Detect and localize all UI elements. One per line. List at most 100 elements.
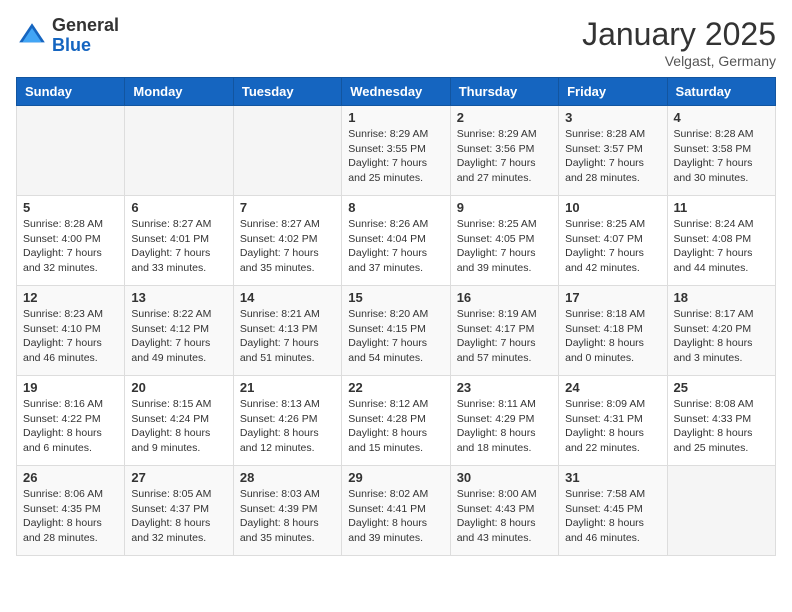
calendar-day-cell: 21 Sunrise: 8:13 AMSunset: 4:26 PMDayligh… [233,376,341,466]
day-of-week-header: Thursday [450,78,558,106]
calendar-day-cell [667,466,775,556]
day-number: 30 [457,470,552,485]
calendar-day-cell: 11Sunrise: 8:24 AMSunset: 4:08 PMDayligh… [667,196,775,286]
day-info: Sunrise: 8:22 AMSunset: 4:12 PMDaylight:… [131,307,226,366]
logo-icon [16,20,48,52]
calendar-day-cell: 5Sunrise: 8:28 AMSunset: 4:00 PMDaylight… [17,196,125,286]
calendar-day-cell: 28Sunrise: 8:03 AMSunset: 4:39 PMDayligh… [233,466,341,556]
title-section: January 2025 Velgast, Germany [582,16,776,69]
day-number: 13 [131,290,226,305]
day-info: Sunrise: 8:12 AMSunset: 4:28 PMDaylight:… [348,397,443,456]
day-info: Sunrise: 8:25 AMSunset: 4:05 PMDaylight:… [457,217,552,276]
calendar-week-row: 26 Sunrise: 8:06 AMSunset: 4:35 PMDayligh… [17,466,776,556]
day-info: Sunrise: 8:28 AMSunset: 3:58 PMDaylight:… [674,127,769,186]
day-number: 11 [674,200,769,215]
calendar-day-cell: 23 Sunrise: 8:11 AMSunset: 4:29 PMDayligh… [450,376,558,466]
day-info: Sunrise: 8:16 AMSunset: 4:22 PMDaylight:… [23,397,118,456]
calendar-week-row: 5Sunrise: 8:28 AMSunset: 4:00 PMDaylight… [17,196,776,286]
calendar-day-cell: 15Sunrise: 8:20 AMSunset: 4:15 PMDayligh… [342,286,450,376]
calendar-day-cell [233,106,341,196]
day-number: 3 [565,110,660,125]
day-info: Sunrise: 8:06 AMSunset: 4:35 PMDaylight:… [23,487,118,546]
calendar-day-cell: 18Sunrise: 8:17 AMSunset: 4:20 PMDayligh… [667,286,775,376]
calendar-day-cell: 12Sunrise: 8:23 AMSunset: 4:10 PMDayligh… [17,286,125,376]
day-info: Sunrise: 8:13 AMSunset: 4:26 PMDaylight:… [240,397,335,456]
day-number: 15 [348,290,443,305]
calendar-day-cell: 2 Sunrise: 8:29 AMSunset: 3:56 PMDaylight… [450,106,558,196]
calendar-day-cell: 8Sunrise: 8:26 AMSunset: 4:04 PMDaylight… [342,196,450,286]
calendar-day-cell: 7Sunrise: 8:27 AMSunset: 4:02 PMDaylight… [233,196,341,286]
day-info: Sunrise: 8:00 AMSunset: 4:43 PMDaylight:… [457,487,552,546]
day-number: 25 [674,380,769,395]
day-info: Sunrise: 8:05 AMSunset: 4:37 PMDaylight:… [131,487,226,546]
day-of-week-header: Tuesday [233,78,341,106]
calendar-day-cell: 3 Sunrise: 8:28 AMSunset: 3:57 PMDaylight… [559,106,667,196]
day-info: Sunrise: 8:08 AMSunset: 4:33 PMDaylight:… [674,397,769,456]
day-of-week-header: Sunday [17,78,125,106]
day-number: 1 [348,110,443,125]
day-of-week-header: Friday [559,78,667,106]
day-number: 19 [23,380,118,395]
day-info: Sunrise: 8:19 AMSunset: 4:17 PMDaylight:… [457,307,552,366]
day-number: 26 [23,470,118,485]
calendar-day-cell: 31 Sunrise: 7:58 AMSunset: 4:45 PMDayligh… [559,466,667,556]
day-info: Sunrise: 8:27 AMSunset: 4:01 PMDaylight:… [131,217,226,276]
day-number: 17 [565,290,660,305]
calendar-table: SundayMondayTuesdayWednesdayThursdayFrid… [16,77,776,556]
day-of-week-header: Monday [125,78,233,106]
calendar-day-cell: 30 Sunrise: 8:00 AMSunset: 4:43 PMDayligh… [450,466,558,556]
day-info: Sunrise: 8:11 AMSunset: 4:29 PMDaylight:… [457,397,552,456]
day-number: 31 [565,470,660,485]
day-number: 18 [674,290,769,305]
day-number: 21 [240,380,335,395]
day-number: 28 [240,470,335,485]
calendar-day-cell: 27 Sunrise: 8:05 AMSunset: 4:37 PMDayligh… [125,466,233,556]
location: Velgast, Germany [582,53,776,69]
calendar-day-cell: 9Sunrise: 8:25 AMSunset: 4:05 PMDaylight… [450,196,558,286]
day-info: Sunrise: 8:29 AMSunset: 3:56 PMDaylight:… [457,127,552,186]
day-of-week-header: Wednesday [342,78,450,106]
day-number: 27 [131,470,226,485]
logo-blue-text: Blue [52,35,91,55]
calendar-day-cell: 14 Sunrise: 8:21 AMSunset: 4:13 PMDayligh… [233,286,341,376]
calendar-header-row: SundayMondayTuesdayWednesdayThursdayFrid… [17,78,776,106]
calendar-day-cell: 6 Sunrise: 8:27 AMSunset: 4:01 PMDaylight… [125,196,233,286]
day-info: Sunrise: 8:15 AMSunset: 4:24 PMDaylight:… [131,397,226,456]
day-info: Sunrise: 8:28 AMSunset: 3:57 PMDaylight:… [565,127,660,186]
day-number: 4 [674,110,769,125]
day-info: Sunrise: 7:58 AMSunset: 4:45 PMDaylight:… [565,487,660,546]
day-info: Sunrise: 8:23 AMSunset: 4:10 PMDaylight:… [23,307,118,366]
month-title: January 2025 [582,16,776,53]
calendar-week-row: 19 Sunrise: 8:16 AMSunset: 4:22 PMDayligh… [17,376,776,466]
day-number: 8 [348,200,443,215]
calendar-day-cell: 1 Sunrise: 8:29 AMSunset: 3:55 PMDaylight… [342,106,450,196]
day-number: 16 [457,290,552,305]
day-info: Sunrise: 8:25 AMSunset: 4:07 PMDaylight:… [565,217,660,276]
day-info: Sunrise: 8:28 AMSunset: 4:00 PMDaylight:… [23,217,118,276]
calendar-day-cell: 16 Sunrise: 8:19 AMSunset: 4:17 PMDayligh… [450,286,558,376]
day-number: 2 [457,110,552,125]
day-info: Sunrise: 8:02 AMSunset: 4:41 PMDaylight:… [348,487,443,546]
calendar-day-cell: 26 Sunrise: 8:06 AMSunset: 4:35 PMDayligh… [17,466,125,556]
calendar-week-row: 1 Sunrise: 8:29 AMSunset: 3:55 PMDaylight… [17,106,776,196]
day-number: 14 [240,290,335,305]
calendar-day-cell: 13 Sunrise: 8:22 AMSunset: 4:12 PMDayligh… [125,286,233,376]
day-info: Sunrise: 8:29 AMSunset: 3:55 PMDaylight:… [348,127,443,186]
calendar-week-row: 12Sunrise: 8:23 AMSunset: 4:10 PMDayligh… [17,286,776,376]
day-number: 6 [131,200,226,215]
day-number: 7 [240,200,335,215]
day-number: 10 [565,200,660,215]
calendar-day-cell: 20 Sunrise: 8:15 AMSunset: 4:24 PMDayligh… [125,376,233,466]
calendar-day-cell [17,106,125,196]
calendar-day-cell: 19 Sunrise: 8:16 AMSunset: 4:22 PMDayligh… [17,376,125,466]
calendar-day-cell: 24Sunrise: 8:09 AMSunset: 4:31 PMDayligh… [559,376,667,466]
page-header: General Blue January 2025 Velgast, Germa… [16,16,776,69]
day-of-week-header: Saturday [667,78,775,106]
day-number: 20 [131,380,226,395]
day-number: 24 [565,380,660,395]
day-number: 29 [348,470,443,485]
day-info: Sunrise: 8:18 AMSunset: 4:18 PMDaylight:… [565,307,660,366]
day-number: 23 [457,380,552,395]
logo-general-text: General [52,15,119,35]
day-info: Sunrise: 8:21 AMSunset: 4:13 PMDaylight:… [240,307,335,366]
